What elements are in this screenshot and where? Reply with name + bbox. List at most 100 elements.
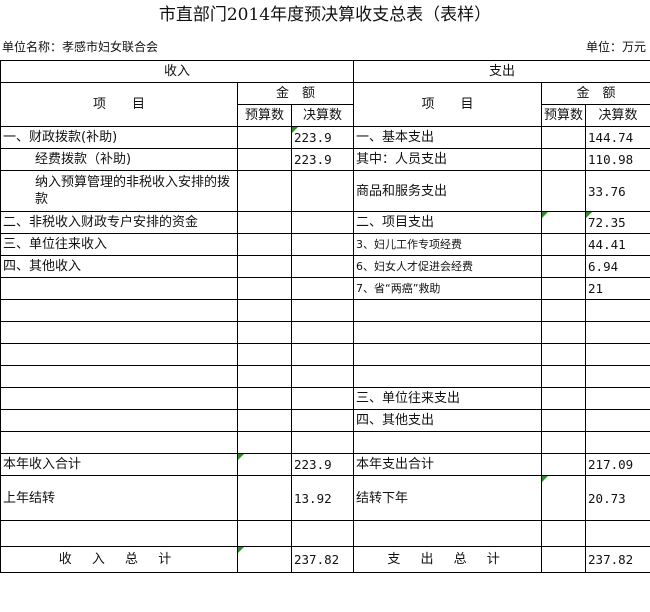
table-cell: [290, 520, 355, 547]
table-cell: [0, 365, 238, 388]
cell-value: 72.35: [588, 215, 626, 230]
expense-final-header: 决算数: [585, 104, 650, 127]
income-item-header: 项 目: [0, 82, 238, 127]
table-cell: [541, 520, 587, 547]
cell-marker-icon: [542, 212, 549, 218]
table-cell: [541, 126, 587, 149]
budget-table: 收入 支出 项 目 金 额 项 目 金 额 预算数 决算数 预算数 决算数 一、…: [0, 60, 650, 573]
table-cell: [541, 431, 587, 454]
table-cell: [237, 453, 292, 476]
table-cell: [0, 431, 238, 454]
table-cell: [290, 409, 355, 432]
table-cell: [237, 277, 292, 300]
table-cell: [237, 475, 292, 521]
expense-item-header: 项 目: [353, 82, 543, 127]
table-cell: [541, 409, 587, 432]
cell-marker-icon: [238, 454, 244, 460]
table-cell: 三、单位往来支出: [353, 387, 543, 410]
table-cell: [290, 387, 355, 410]
income-amount-header: 金 额: [236, 82, 355, 105]
table-cell: [237, 170, 292, 212]
income-final-header: 决算数: [290, 104, 355, 127]
table-cell: [585, 299, 650, 322]
table-cell: 223.9: [290, 126, 355, 149]
table-cell: [541, 453, 587, 476]
table-cell: 结转下年: [353, 475, 543, 521]
table-cell: 217.09: [585, 453, 650, 476]
table-cell: [541, 365, 587, 388]
table-cell: [237, 387, 292, 410]
table-cell: [0, 299, 238, 322]
table-cell: 144.74: [585, 126, 650, 149]
table-cell: [237, 409, 292, 432]
table-cell: [290, 431, 355, 454]
table-cell: 经费拨款（补助): [0, 148, 238, 171]
table-cell: 44.41: [585, 233, 650, 256]
table-cell: [237, 546, 292, 573]
table-cell: 20.73: [585, 475, 650, 521]
table-cell: [585, 387, 650, 410]
table-cell: [541, 475, 587, 521]
table-cell: [585, 365, 650, 388]
table-cell: [541, 148, 587, 171]
table-cell: [585, 520, 650, 547]
table-cell: [353, 431, 543, 454]
table-cell: [541, 233, 587, 256]
table-cell: 上年结转: [0, 475, 238, 521]
table-cell: 3、妇儿工作专项经费: [353, 233, 543, 256]
income-header: 收入: [0, 60, 355, 83]
table-cell: [237, 520, 292, 547]
table-cell: 其中：人员支出: [353, 148, 543, 171]
table-cell: [290, 365, 355, 388]
table-cell: 223.9: [290, 148, 355, 171]
unit-name: 单位名称：孝感市妇女联合会: [2, 40, 159, 54]
table-cell: 四、其他支出: [353, 409, 543, 432]
table-cell: 33.76: [585, 170, 650, 212]
table-cell: 支 出 总 计: [353, 546, 543, 573]
cell-marker-icon: [238, 547, 244, 553]
unit-label: 单位：万元: [585, 40, 646, 54]
table-cell: [0, 343, 238, 366]
table-cell: 21: [585, 277, 650, 300]
cell-marker-icon: [292, 127, 298, 133]
table-cell: [541, 546, 587, 573]
table-cell: 7、省“两癌”救助: [353, 277, 543, 300]
table-cell: [237, 431, 292, 454]
expense-budget-header: 预算数: [541, 104, 587, 127]
table-cell: 237.82: [585, 546, 650, 573]
table-cell: [290, 255, 355, 278]
table-cell: 6.94: [585, 255, 650, 278]
table-cell: [237, 126, 292, 149]
table-cell: [541, 277, 587, 300]
table-cell: 237.82: [290, 546, 355, 573]
expense-header: 支出: [353, 60, 650, 83]
table-cell: 一、财政拨款(补助): [0, 126, 238, 149]
table-cell: [237, 255, 292, 278]
table-cell: [541, 387, 587, 410]
table-cell: [237, 148, 292, 171]
table-cell: [0, 277, 238, 300]
table-cell: [541, 343, 587, 366]
table-cell: 本年支出合计: [353, 453, 543, 476]
table-cell: [585, 431, 650, 454]
table-cell: [585, 409, 650, 432]
table-cell: 6、妇女人才促进会经费: [353, 255, 543, 278]
table-cell: 一、基本支出: [353, 126, 543, 149]
table-cell: [541, 299, 587, 322]
table-cell: 四、其他收入: [0, 255, 238, 278]
table-cell: [290, 233, 355, 256]
table-cell: [541, 321, 587, 344]
table-cell: [541, 255, 587, 278]
table-cell: 纳入预算管理的非税收入安排的拨款: [0, 170, 238, 212]
table-cell: [290, 170, 355, 212]
table-cell: [237, 211, 292, 234]
table-cell: [585, 343, 650, 366]
table-cell: 13.92: [290, 475, 355, 521]
table-cell: [0, 321, 238, 344]
table-cell: [0, 520, 238, 547]
table-cell: 72.35: [585, 211, 650, 234]
table-cell: [541, 170, 587, 212]
income-budget-header: 预算数: [237, 104, 292, 127]
table-cell: [353, 343, 543, 366]
table-cell: 三、单位往来收入: [0, 233, 238, 256]
